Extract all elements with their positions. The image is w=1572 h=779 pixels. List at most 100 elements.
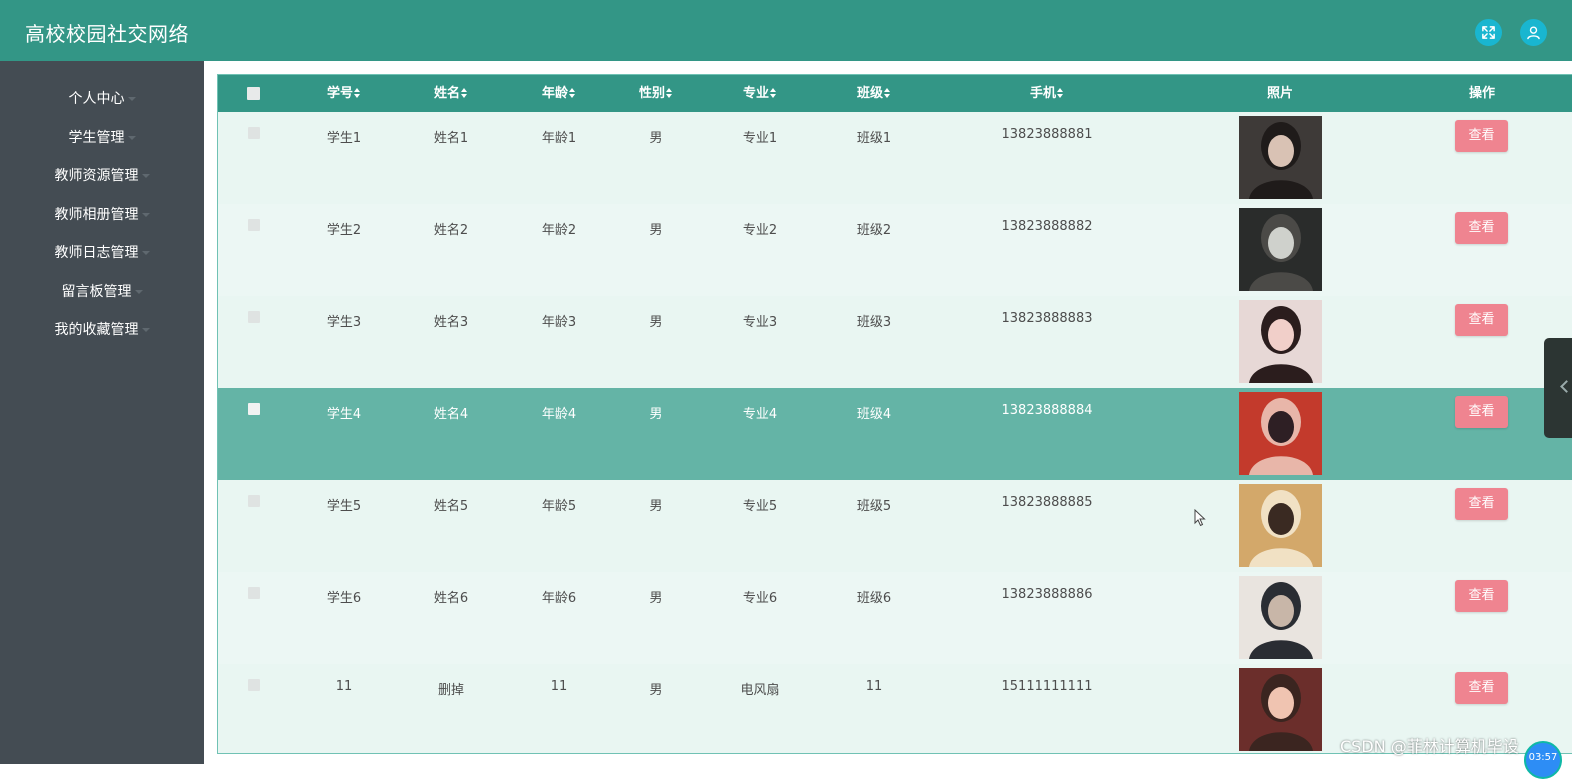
watermark-text: CSDN @菲林计算机毕设 (1340, 737, 1519, 756)
cell-class: 班级4 (856, 407, 892, 422)
cell-age: 年龄5 (541, 499, 577, 514)
column-label: 照片 (1266, 86, 1294, 101)
app-title: 高校校园社交网络 (25, 22, 189, 46)
cell-age: 年龄3 (541, 315, 577, 330)
table-row[interactable]: 学生4 姓名4 年龄4 男 专业4 班级4 13823888884 查看 (218, 388, 1572, 480)
cell-student-id: 学生6 (326, 591, 362, 606)
table-row[interactable]: 学生6 姓名6 年龄6 男 专业6 班级6 13823888886 查看 (218, 572, 1572, 664)
cell-class: 班级5 (856, 499, 892, 514)
table-row[interactable]: 学生1 姓名1 年龄1 男 专业1 班级1 13823888881 查看 (218, 112, 1572, 204)
cell-phone: 13823888883 (1001, 311, 1093, 326)
chevron-down-icon (141, 328, 150, 332)
cell-name: 姓名1 (433, 131, 469, 146)
sidebar-item-label: 个人中心 (68, 91, 125, 107)
cell-student-id: 学生1 (326, 131, 362, 146)
sidebar-item-teacher-resources[interactable]: 教师资源管理 (0, 165, 204, 185)
select-all-checkbox[interactable] (247, 87, 260, 100)
sidebar-item-message-board[interactable]: 留言板管理 (0, 281, 204, 301)
cell-name: 姓名5 (433, 499, 469, 514)
sidebar-item-student-management[interactable]: 学生管理 (0, 127, 204, 147)
view-button[interactable]: 查看 (1455, 120, 1508, 152)
view-button[interactable]: 查看 (1455, 580, 1508, 612)
column-header-actions: 操作 (1469, 75, 1495, 112)
cell-gender: 男 (649, 223, 663, 238)
side-panel-toggle[interactable] (1544, 338, 1572, 438)
column-header-student-id[interactable]: 学号 (327, 75, 361, 112)
cell-class: 班级2 (856, 223, 892, 238)
column-header-major[interactable]: 专业 (743, 75, 777, 112)
user-icon[interactable] (1520, 19, 1547, 46)
chevron-left-icon (1560, 380, 1572, 393)
sidebar-item-label: 留言板管理 (61, 284, 132, 300)
cell-major: 专业1 (742, 131, 778, 146)
table-row[interactable]: 学生3 姓名3 年龄3 男 专业3 班级3 13823888883 查看 (218, 296, 1572, 388)
sidebar-item-my-favorites[interactable]: 我的收藏管理 (0, 319, 204, 339)
column-header-name[interactable]: 姓名 (434, 75, 468, 112)
table-row[interactable]: 学生5 姓名5 年龄5 男 专业5 班级5 13823888885 查看 (218, 480, 1572, 572)
top-bar: 高校校园社交网络 (0, 0, 1572, 61)
student-photo[interactable] (1239, 392, 1322, 475)
cell-phone: 13823888885 (1001, 495, 1093, 510)
column-header-gender[interactable]: 性别 (639, 75, 673, 112)
cell-student-id: 学生4 (326, 407, 362, 422)
cell-name: 姓名3 (433, 315, 469, 330)
row-checkbox[interactable] (248, 679, 260, 691)
cell-gender: 男 (649, 591, 663, 606)
column-header-phone[interactable]: 手机 (1030, 75, 1064, 112)
cell-name: 姓名4 (433, 407, 469, 422)
sidebar-item-label: 学生管理 (68, 130, 125, 146)
sort-icon (1057, 87, 1064, 98)
student-photo[interactable] (1239, 668, 1322, 751)
row-checkbox[interactable] (248, 311, 260, 323)
view-button[interactable]: 查看 (1455, 304, 1508, 336)
column-header-age[interactable]: 年龄 (542, 75, 576, 112)
chevron-down-icon (134, 290, 143, 294)
student-photo[interactable] (1239, 116, 1322, 199)
row-checkbox[interactable] (248, 403, 260, 415)
chevron-down-icon (141, 174, 150, 178)
cell-gender: 男 (649, 499, 663, 514)
column-header-photo: 照片 (1267, 75, 1293, 112)
student-photo[interactable] (1239, 576, 1322, 659)
cell-phone: 13823888884 (1001, 403, 1093, 418)
table-row[interactable]: 学生2 姓名2 年龄2 男 专业2 班级2 13823888882 查看 (218, 204, 1572, 296)
cell-age: 年龄2 (541, 223, 577, 238)
cell-name: 姓名2 (433, 223, 469, 238)
view-button[interactable]: 查看 (1455, 488, 1508, 520)
cell-gender: 男 (649, 407, 663, 422)
chevron-down-icon (127, 136, 136, 140)
mouse-cursor-icon (1194, 508, 1206, 531)
cell-major: 专业2 (742, 223, 778, 238)
view-button[interactable]: 查看 (1455, 212, 1508, 244)
cell-phone: 13823888881 (1001, 127, 1093, 142)
cell-gender: 男 (649, 131, 663, 146)
view-button[interactable]: 查看 (1455, 396, 1508, 428)
column-header-class[interactable]: 班级 (857, 75, 891, 112)
cell-age: 年龄1 (541, 131, 577, 146)
sidebar-item-teacher-album[interactable]: 教师相册管理 (0, 204, 204, 224)
column-label: 年龄 (541, 86, 569, 101)
row-checkbox[interactable] (248, 495, 260, 507)
student-photo[interactable] (1239, 208, 1322, 291)
cell-major: 专业3 (742, 315, 778, 330)
row-checkbox[interactable] (248, 127, 260, 139)
expand-icon[interactable] (1475, 19, 1502, 46)
column-label: 专业 (742, 86, 770, 101)
row-checkbox[interactable] (248, 587, 260, 599)
sort-icon (461, 87, 468, 98)
column-label: 姓名 (433, 86, 461, 101)
sidebar-item-personal-center[interactable]: 个人中心 (0, 88, 204, 108)
cell-class: 班级6 (856, 591, 892, 606)
student-photo[interactable] (1239, 484, 1322, 567)
chevron-down-icon (141, 251, 150, 255)
chevron-down-icon (141, 213, 150, 217)
student-photo[interactable] (1239, 300, 1322, 383)
view-button[interactable]: 查看 (1455, 672, 1508, 704)
cell-class: 班级3 (856, 315, 892, 330)
sort-icon (354, 87, 361, 98)
cell-student-id: 学生3 (326, 315, 362, 330)
timer-badge: 03:57 (1524, 741, 1562, 779)
cell-gender: 男 (649, 315, 663, 330)
sidebar-item-teacher-log[interactable]: 教师日志管理 (0, 242, 204, 262)
row-checkbox[interactable] (248, 219, 260, 231)
